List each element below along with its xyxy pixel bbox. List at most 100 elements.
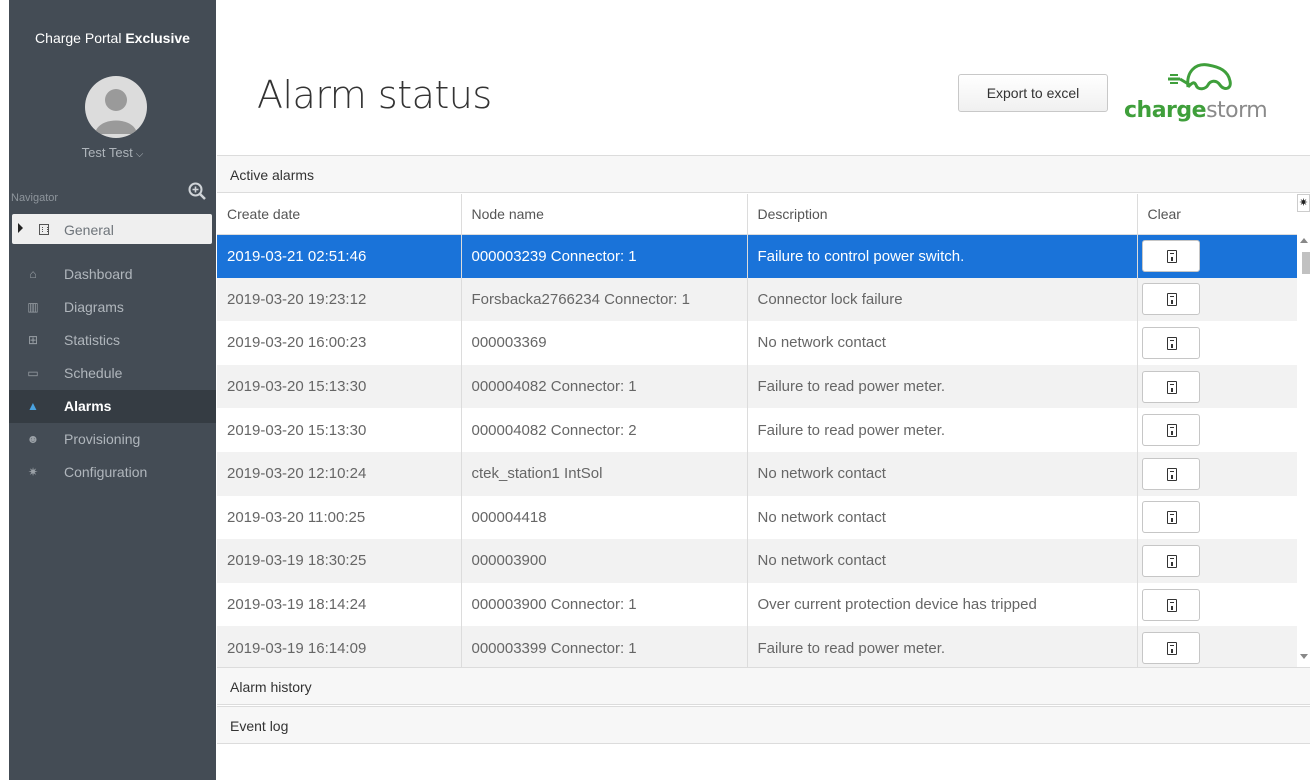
caret-right-icon[interactable]	[18, 223, 23, 233]
cell-node-name: 000004082 Connector: 2	[461, 408, 748, 452]
clear-alarm-button[interactable]	[1141, 632, 1200, 665]
general-label: General	[64, 222, 114, 238]
sidebar-item-label: Configuration	[64, 464, 148, 480]
brand-title: Charge Portal Exclusive	[35, 30, 190, 46]
cell-create-date: 2019-03-20 12:10:24	[217, 451, 462, 496]
cell-create-date: 2019-03-20 19:23:12	[217, 277, 462, 322]
cell-create-date: 2019-03-20 16:00:23	[217, 321, 462, 365]
plug-car-logo-icon	[1168, 63, 1232, 91]
cell-node-name: 000003900	[461, 539, 748, 583]
sidebar-item-label: Statistics	[64, 332, 121, 348]
zoom-in-icon[interactable]	[188, 182, 206, 200]
clear-alarm-button[interactable]	[1141, 544, 1200, 577]
clear-alarm-button[interactable]	[1141, 326, 1200, 359]
sidebar-item-diagrams[interactable]: ▥ Diagrams	[9, 291, 216, 324]
sidebar-item-dashboard[interactable]: ⌂ Dashboard	[9, 258, 216, 291]
cell-description: No network contact	[747, 451, 1138, 496]
cell-description: Failure to control power switch.	[747, 234, 1138, 278]
table-row[interactable]: 2019-03-19 16:14:09 000003399 Connector:…	[217, 626, 1297, 667]
cell-clear	[1137, 626, 1297, 667]
document-icon	[1166, 642, 1177, 656]
cell-clear	[1137, 234, 1297, 278]
cell-description: No network contact	[747, 539, 1138, 583]
cell-description: Failure to read power meter.	[747, 364, 1138, 409]
table-row[interactable]: 2019-03-19 18:14:24 000003900 Connector:…	[217, 582, 1297, 627]
clear-alarm-button[interactable]	[1141, 588, 1200, 621]
sidebar: Charge Portal Exclusive Test Test ⌵ Navig…	[9, 0, 216, 780]
sidebar-nav: ⌂ Dashboard ▥ Diagrams ⊞ Statistics ▭ Schedu…	[9, 258, 216, 489]
home-icon: ⌂	[29, 267, 37, 281]
sidebar-item-statistics[interactable]: ⊞ Statistics	[9, 324, 216, 357]
logo-wordmark: chargestorm	[1124, 98, 1268, 123]
cell-create-date: 2019-03-21 02:51:46	[217, 234, 462, 278]
cell-create-date: 2019-03-20 11:00:25	[217, 495, 462, 540]
scroll-down-arrow-icon[interactable]	[1300, 654, 1308, 659]
cell-description: No network contact	[747, 321, 1138, 365]
active-alarms-header[interactable]: Active alarms	[217, 155, 1310, 193]
cell-clear	[1137, 364, 1297, 409]
document-icon	[1166, 598, 1177, 612]
cell-node-name: ctek_station1 IntSol	[461, 451, 748, 496]
document-icon	[1166, 467, 1177, 481]
sidebar-item-label: Diagrams	[64, 299, 124, 315]
event-log-header[interactable]: Event log	[217, 706, 1310, 744]
clear-alarm-button[interactable]	[1141, 240, 1200, 273]
sidebar-item-configuration[interactable]: ✷ Configuration	[9, 456, 216, 489]
clear-alarm-button[interactable]	[1141, 283, 1200, 316]
alarm-history-header[interactable]: Alarm history	[217, 667, 1310, 705]
table-row[interactable]: 2019-03-21 02:51:46 000003239 Connector:…	[217, 234, 1297, 278]
clear-alarm-button[interactable]	[1141, 457, 1200, 490]
chargestorm-logo: chargestorm	[1122, 55, 1292, 125]
cell-clear	[1137, 408, 1297, 452]
table-row[interactable]: 2019-03-20 16:00:23 000003369 No network…	[217, 321, 1297, 365]
user-silhouette-icon	[95, 89, 137, 134]
cell-node-name: 000004418	[461, 495, 748, 540]
table-row[interactable]: 2019-03-20 11:00:25 000004418 No network…	[217, 495, 1297, 540]
export-to-excel-button[interactable]: Export to excel	[958, 74, 1108, 112]
clear-alarm-button[interactable]	[1141, 414, 1200, 447]
column-header-description[interactable]: Description	[747, 194, 1138, 235]
cell-create-date: 2019-03-20 15:13:30	[217, 408, 462, 452]
users-icon: ☻	[26, 432, 40, 446]
table-row[interactable]: 2019-03-20 15:13:30 000004082 Connector:…	[217, 408, 1297, 452]
sidebar-item-label: Schedule	[64, 365, 123, 381]
page-title: Alarm status	[257, 73, 492, 117]
building-icon	[39, 224, 49, 235]
cell-node-name: 000004082 Connector: 1	[461, 364, 748, 409]
clear-alarm-button[interactable]	[1141, 370, 1200, 403]
table-row[interactable]: 2019-03-20 19:23:12 Forsbacka2766234 Con…	[217, 277, 1297, 322]
table-header-row: Create date Node name Description Clear	[217, 194, 1297, 235]
app-root: Charge Portal Exclusive Test Test ⌵ Navig…	[0, 0, 1310, 780]
scroll-up-arrow-icon[interactable]	[1300, 238, 1308, 243]
column-header-node-name[interactable]: Node name	[461, 194, 748, 235]
cell-node-name: 000003900 Connector: 1	[461, 582, 748, 627]
sidebar-item-label: Dashboard	[64, 266, 133, 282]
sidebar-item-provisioning[interactable]: ☻ Provisioning	[9, 423, 216, 456]
column-settings-gear-icon[interactable]: ✷	[1297, 194, 1310, 212]
sidebar-item-schedule[interactable]: ▭ Schedule	[9, 357, 216, 390]
cell-create-date: 2019-03-20 15:13:30	[217, 364, 462, 409]
active-alarms-table: Create date Node name Description Clear …	[217, 194, 1297, 667]
user-name: Test Test	[81, 145, 133, 160]
sidebar-item-alarms[interactable]: ▲ Alarms	[9, 390, 216, 423]
navigator-general-item[interactable]: General	[12, 214, 212, 244]
cell-create-date: 2019-03-19 18:14:24	[217, 582, 462, 627]
cell-node-name: 000003239 Connector: 1	[461, 234, 748, 278]
clear-alarm-button[interactable]	[1141, 501, 1200, 534]
cell-clear	[1137, 539, 1297, 583]
document-icon	[1166, 250, 1177, 264]
table-row[interactable]: 2019-03-19 18:30:25 000003900 No network…	[217, 539, 1297, 583]
column-header-clear: Clear	[1137, 194, 1297, 235]
cell-create-date: 2019-03-19 18:30:25	[217, 539, 462, 583]
navigator-label: Navigator	[11, 192, 59, 204]
user-menu[interactable]: Test Test ⌵	[9, 145, 216, 160]
table-row[interactable]: 2019-03-20 15:13:30 000004082 Connector:…	[217, 364, 1297, 409]
avatar[interactable]	[85, 76, 147, 138]
gear-icon: ✷	[27, 465, 39, 479]
table-row[interactable]: 2019-03-20 12:10:24 ctek_station1 IntSol…	[217, 451, 1297, 496]
document-icon	[1166, 511, 1177, 525]
table-icon: ⊞	[27, 333, 39, 347]
scrollbar-thumb[interactable]	[1302, 252, 1310, 274]
document-icon	[1166, 424, 1177, 438]
column-header-create-date[interactable]: Create date	[217, 194, 462, 235]
